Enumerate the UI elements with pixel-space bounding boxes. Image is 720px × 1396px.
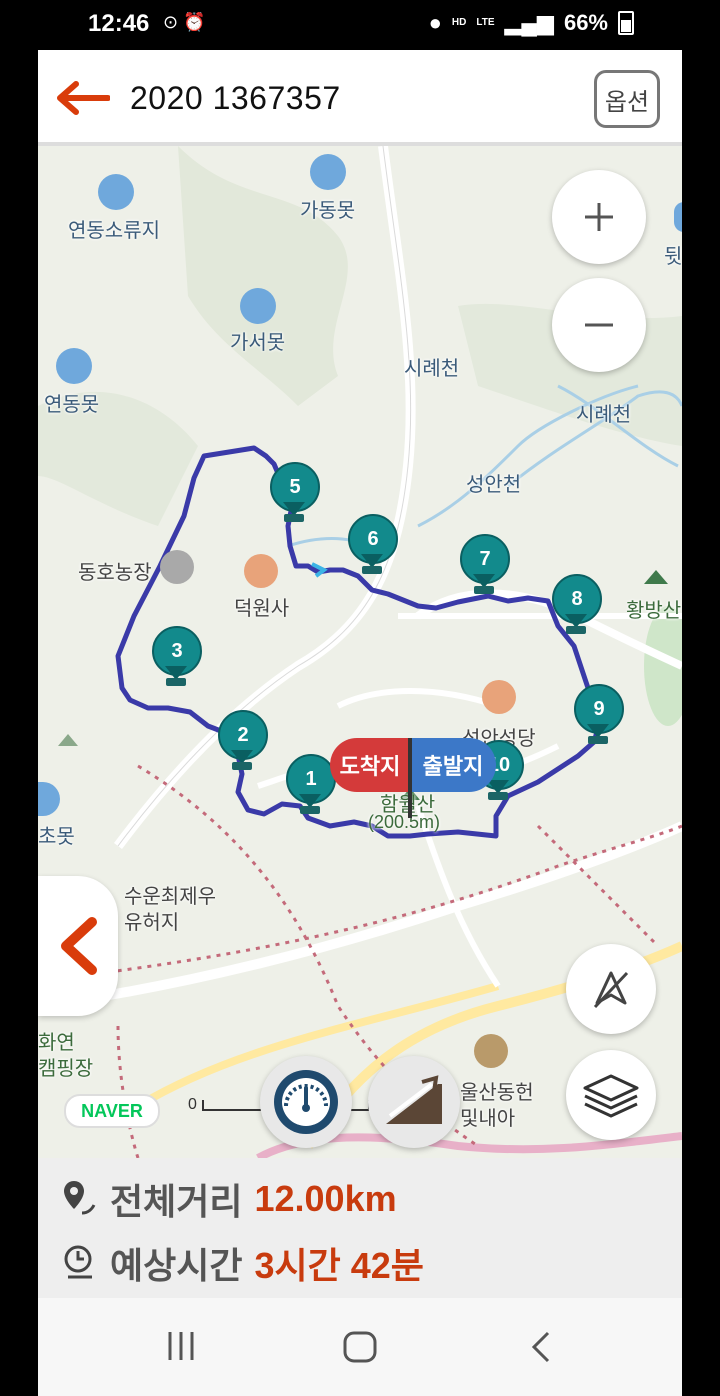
reservoir-icon <box>56 348 92 384</box>
battery-percent: 66% <box>563 10 608 35</box>
plus-icon <box>585 203 613 231</box>
location-icon: ● <box>428 10 442 35</box>
top-app-bar: 2020 1367357 옵션 <box>38 50 682 146</box>
route-marker-1[interactable]: 1 <box>286 754 336 818</box>
map-layers-button[interactable] <box>566 1050 656 1140</box>
zoom-out-button[interactable] <box>552 278 646 372</box>
route-marker-5[interactable]: 5 <box>270 462 320 526</box>
back-arrow-icon[interactable] <box>54 80 110 116</box>
route-marker-2[interactable]: 2 <box>218 710 268 774</box>
route-marker-6[interactable]: 6 <box>348 514 398 578</box>
route-marker-7[interactable]: 7 <box>460 534 510 598</box>
route-marker-9[interactable]: 9 <box>574 684 624 748</box>
chevron-left-icon <box>61 917 97 975</box>
speedometer-icon <box>274 1070 338 1134</box>
label-deogwonsa: 덕원사 <box>234 598 290 620</box>
label-yeondong-soryuji: 연동소류지 <box>68 220 160 242</box>
route-summary-panel: 전체거리 12.00km 예상시간 3시간 42분 <box>38 1158 682 1298</box>
clock-icon <box>64 1245 92 1279</box>
battery-icon <box>618 11 634 35</box>
reservoir-icon <box>98 174 134 210</box>
home-icon[interactable] <box>342 1330 378 1364</box>
label-gadongmot: 가동못 <box>300 200 356 222</box>
label-suun-site-2: 유허지 <box>124 912 180 934</box>
layers-icon <box>583 1074 639 1118</box>
time-row: 예상시간 3시간 42분 <box>62 1238 424 1288</box>
label-hwayeon-1: 화연 <box>38 1032 75 1054</box>
map-view[interactable]: 연동소류지 가동못 가서못 연동못 시례천 시례천 성안천 동호농장 덕원사 황… <box>38 146 682 1158</box>
label-dongho-farm: 동호농장 <box>78 562 152 584</box>
minus-icon <box>585 323 613 327</box>
label-edge-right: 뒷 <box>664 246 682 268</box>
lte-icon: LTE <box>476 17 495 28</box>
label-ulsan-2: 및내아 <box>460 1108 516 1130</box>
side-panel-toggle[interactable] <box>38 876 118 1016</box>
label-ulsan-1: 울산동헌 <box>460 1082 534 1104</box>
end-flag[interactable]: 도착지 <box>330 738 410 792</box>
distance-value: 12.00km <box>254 1178 397 1219</box>
status-time: 12:46 <box>88 10 150 37</box>
navigation-off-icon <box>593 971 629 1009</box>
options-button[interactable]: 옵션 <box>594 70 660 128</box>
heritage-icon <box>474 1034 508 1068</box>
slope-icon <box>386 1075 442 1124</box>
time-label: 예상시간 <box>110 1245 243 1286</box>
label-siryecheon-1: 시례천 <box>404 358 460 380</box>
label-siryecheon-2: 시례천 <box>576 404 632 426</box>
distance-label: 전체거리 <box>110 1181 243 1222</box>
route-distance-icon <box>64 1181 96 1215</box>
status-right: ● HD LTE ▂▄▆ 66% <box>429 10 634 36</box>
flag-pole <box>408 738 412 818</box>
label-hamwolsan-height: (200.5m) <box>368 812 441 832</box>
start-flag[interactable]: 출발지 <box>410 738 496 792</box>
route-marker-8[interactable]: 8 <box>552 574 602 638</box>
label-seongancheon: 성안천 <box>466 474 522 496</box>
time-value: 3시간 42분 <box>254 1245 424 1286</box>
label-hwayeon-2: 캠핑장 <box>38 1058 94 1080</box>
speedometer-button[interactable] <box>260 1056 352 1148</box>
church-icon <box>482 680 516 714</box>
elevation-profile-button[interactable] <box>368 1056 460 1148</box>
recent-apps-icon[interactable] <box>164 1330 198 1362</box>
naver-logo: NAVER <box>64 1094 160 1128</box>
signal-icon: ▂▄▆ <box>504 10 554 35</box>
reservoir-icon <box>674 202 682 232</box>
temple-icon <box>244 554 278 588</box>
status-notification-icons: ⊙ ⏰ <box>163 12 206 32</box>
tracking-toggle-button[interactable] <box>566 944 656 1034</box>
route-marker-3[interactable]: 3 <box>152 626 202 690</box>
back-icon[interactable] <box>528 1330 556 1364</box>
label-suun-site-1: 수운최제우 <box>124 886 216 908</box>
app-window: 2020 1367357 옵션 연동소류지 가동못 가서못 연동못 시례천 시례… <box>38 50 682 1350</box>
scale-zero: 0 <box>188 1096 197 1113</box>
distance-row: 전체거리 12.00km <box>62 1174 397 1224</box>
reservoir-icon <box>310 154 346 190</box>
system-navigation-bar <box>0 1298 720 1396</box>
label-chomot: 초못 <box>38 826 75 848</box>
hd-voice-icon: HD <box>451 17 467 28</box>
label-gaseomot: 가서못 <box>230 332 286 354</box>
reservoir-icon <box>240 288 276 324</box>
label-hwangbangsan: 황방산 <box>626 600 682 622</box>
status-bar: 12:46 ⊙ ⏰ ● HD LTE ▂▄▆ 66% <box>0 0 720 50</box>
page-title: 2020 1367357 <box>130 80 341 116</box>
farm-icon <box>160 550 194 584</box>
label-yeondongmot: 연동못 <box>44 394 100 416</box>
zoom-in-button[interactable] <box>552 170 646 264</box>
